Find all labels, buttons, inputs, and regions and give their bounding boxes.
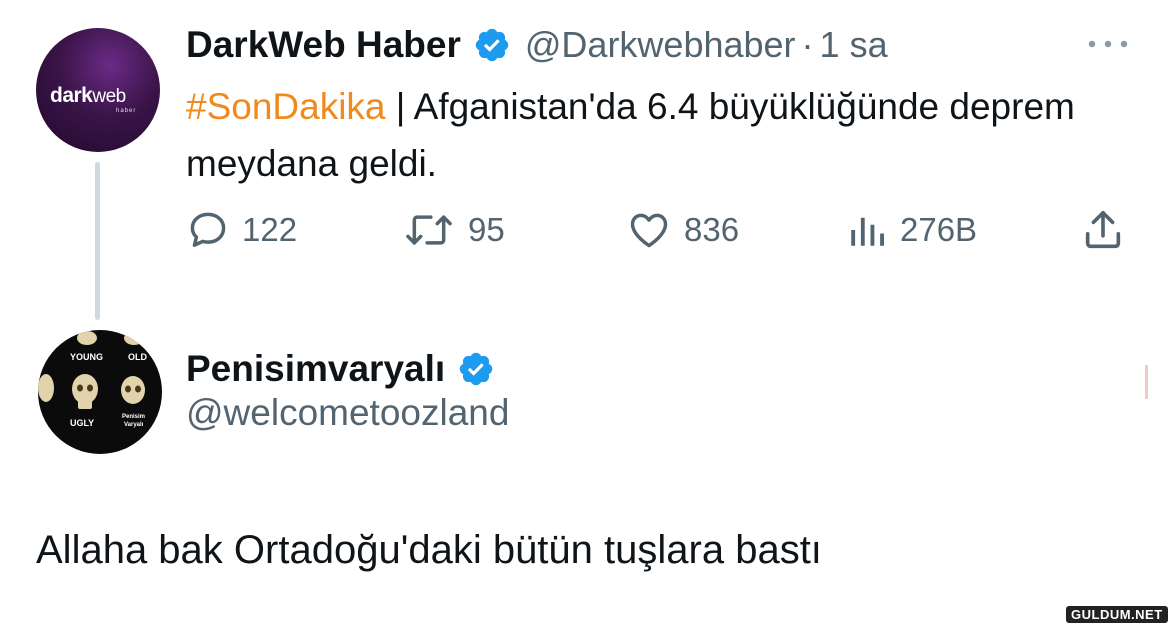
tweet2-text: Allaha bak Ortadoğu'daki bütün tuşlara b…: [36, 528, 822, 572]
views-icon: [851, 217, 884, 246]
more-icon[interactable]: [1085, 36, 1131, 52]
reply-button[interactable]: 122: [186, 205, 297, 255]
like-count: 836: [684, 211, 740, 248]
retweet-icon: [406, 215, 452, 245]
share-button[interactable]: [1080, 205, 1126, 255]
avatar-logo-subtitle: haber: [116, 108, 137, 114]
tweet1-handle[interactable]: @Darkwebhaber: [525, 24, 796, 66]
skulls-image: [38, 331, 145, 409]
tweet2-handle[interactable]: @welcometoozland: [186, 392, 509, 434]
hashtag-link[interactable]: #SonDakika: [186, 86, 386, 127]
reply-icon: [190, 212, 226, 247]
tweet1-timestamp[interactable]: 1 sa: [820, 24, 888, 66]
site-watermark: GULDUM.NET: [1066, 606, 1168, 623]
dot-separator: ·: [801, 24, 814, 65]
retweet-button[interactable]: 95: [402, 205, 505, 255]
tweet1-header: DarkWeb Haber @Darkwebhaber · 1 sa: [186, 20, 888, 70]
edge-artifact: [1145, 365, 1148, 399]
like-icon: [630, 213, 668, 248]
views-button[interactable]: 276B: [846, 205, 977, 255]
tweet1-text: #SonDakika | Afganistan'da 6.4 büyüklüğü…: [186, 78, 1126, 192]
verified-badge-icon: [459, 352, 493, 386]
darkweb-haber-avatar[interactable]: darkweb haber: [36, 28, 160, 152]
penisimvaryali-avatar[interactable]: YOUNG OLD UGLY Penisim Varyalı: [38, 330, 162, 454]
avatar-logo-text: darkweb: [50, 84, 126, 107]
like-button[interactable]: 836: [626, 205, 739, 255]
thread-connector-line: [95, 162, 100, 320]
verified-badge-icon: [475, 28, 509, 62]
retweet-count: 95: [468, 211, 505, 248]
reply-count: 122: [242, 211, 298, 248]
tweet1-author-name[interactable]: DarkWeb Haber: [186, 24, 461, 66]
tweet2-author-name[interactable]: Penisimvaryalı: [186, 348, 445, 390]
share-icon: [1085, 210, 1121, 249]
tweet2-header: Penisimvaryalı: [186, 344, 495, 394]
views-count: 276B: [900, 211, 978, 248]
